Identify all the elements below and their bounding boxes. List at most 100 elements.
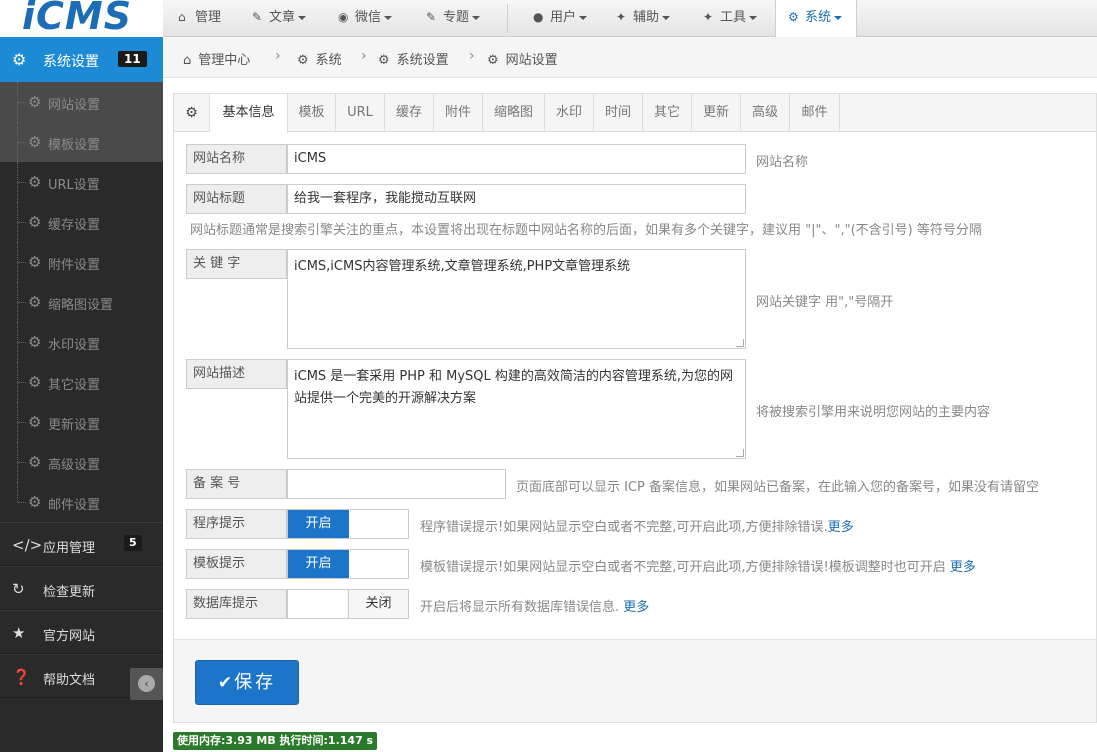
gear-icon: ⚙ xyxy=(487,53,499,68)
logo[interactable]: iCMS xyxy=(0,0,163,38)
sidebar-item-label: 检查更新 xyxy=(43,585,96,600)
caret-down-icon xyxy=(384,15,393,20)
sidebar-subitem-template-settings[interactable]: ⚙ 模板设置 xyxy=(0,122,163,162)
breadcrumb-home[interactable]: ⌂ 管理中心 xyxy=(183,49,250,68)
site-name-label: 网站名称 xyxy=(186,144,287,174)
description-help: 将被搜索引擎用来说明您网站的主要内容 xyxy=(756,405,991,420)
db-hint-help: 开启后将显示所有数据库错误信息. 更多 xyxy=(420,600,650,615)
sidebar-subitem-label: 其它设置 xyxy=(48,378,101,393)
wechat-icon: ◉ xyxy=(338,10,349,24)
keywords-help: 网站关键字 用","号隔开 xyxy=(756,295,894,310)
sidebar-item-check-update[interactable]: ↻ 检查更新 xyxy=(0,566,163,610)
description-value: iCMS 是一套采用 PHP 和 MySQL 构建的高效简洁的内容管理系统,为您… xyxy=(294,369,734,406)
program-hint-toggle[interactable]: 开启 xyxy=(287,509,409,539)
nav-tools[interactable]: ✦ 工具 xyxy=(703,0,758,37)
keywords-textarea[interactable]: iCMS,iCMS内容管理系统,文章管理系统,PHP文章管理系统 xyxy=(287,249,746,349)
toggle-off-label: 关闭 xyxy=(348,590,408,618)
description-label: 网站描述 xyxy=(186,359,287,389)
question-icon: ❓ xyxy=(12,668,31,686)
tab-attachment[interactable]: 附件 xyxy=(434,94,483,132)
check-icon: ✔ xyxy=(217,673,233,693)
sidebar-collapse-button[interactable]: ‹ xyxy=(130,668,163,700)
template-hint-label: 模板提示 xyxy=(186,549,287,579)
sidebar-subitem-watermark-settings[interactable]: ⚙ 水印设置 xyxy=(0,322,163,362)
nav-manage[interactable]: ⌂ 管理 xyxy=(178,0,221,37)
more-link[interactable]: 更多 xyxy=(623,600,649,615)
tab-mail[interactable]: 邮件 xyxy=(790,94,840,132)
program-hint-label: 程序提示 xyxy=(186,509,287,539)
tab-advanced[interactable]: 高级 xyxy=(741,94,790,132)
sidebar-subitem-advanced-settings[interactable]: ⚙ 高级设置 xyxy=(0,442,163,482)
tab-template[interactable]: 模板 xyxy=(288,94,336,132)
gear-icon: ⚙ xyxy=(28,493,42,511)
gear-icon: ⚙ xyxy=(28,253,42,271)
caret-down-icon xyxy=(662,15,671,20)
home-icon: ⌂ xyxy=(178,10,186,24)
tab-url[interactable]: URL xyxy=(336,94,385,132)
sidebar-subitem-label: 更新设置 xyxy=(48,418,101,433)
nav-topic[interactable]: ✎ 专题 xyxy=(426,0,481,37)
resize-grip-icon[interactable] xyxy=(736,339,744,347)
sidebar-subitem-thumbnail-settings[interactable]: ⚙ 缩略图设置 xyxy=(0,282,163,322)
sidebar-subitem-update-settings[interactable]: ⚙ 更新设置 xyxy=(0,402,163,442)
nav-system[interactable]: ⚙ 系统 xyxy=(775,0,857,37)
tab-watermark[interactable]: 水印 xyxy=(545,94,594,132)
sidebar-subitem-url-settings[interactable]: ⚙ URL设置 xyxy=(0,162,163,202)
sidebar-item-label: 官方网站 xyxy=(43,629,96,644)
site-title-help: 网站标题通常是搜索引擎关注的重点，本设置将出现在标题中网站名称的后面，如果有多个… xyxy=(190,223,982,238)
breadcrumb-system-settings[interactable]: ⚙ 系统设置 xyxy=(378,49,449,68)
tab-time[interactable]: 时间 xyxy=(594,94,643,132)
logo-text: iCMS xyxy=(22,0,133,38)
nav-assist[interactable]: ✦ 辅助 xyxy=(616,0,671,37)
caret-down-icon xyxy=(472,15,481,20)
tab-thumbnail[interactable]: 缩略图 xyxy=(483,94,545,132)
more-link[interactable]: 更多 xyxy=(828,520,854,535)
sidebar-item-official-site[interactable]: ★ 官方网站 xyxy=(0,610,163,654)
sidebar-subitem-cache-settings[interactable]: ⚙ 缓存设置 xyxy=(0,202,163,242)
tab-cache[interactable]: 缓存 xyxy=(385,94,434,132)
toggle-on-label: 开启 xyxy=(288,510,349,538)
sidebar-subitem-mail-settings[interactable]: ⚙ 邮件设置 xyxy=(0,482,163,522)
status-badge: 使用内存:3.93 MB 执行时间:1.147 s xyxy=(173,732,378,750)
more-link[interactable]: 更多 xyxy=(950,560,976,575)
breadcrumb-site-settings: ⚙ 网站设置 xyxy=(487,53,558,68)
tab-other[interactable]: 其它 xyxy=(643,94,692,132)
sidebar-item-system-settings[interactable]: ⚙ 系统设置 11 xyxy=(0,37,170,82)
save-button[interactable]: ✔ 保存 xyxy=(195,660,299,705)
tab-basic-info[interactable]: 基本信息 xyxy=(210,94,288,133)
sidebar-subitem-label: 邮件设置 xyxy=(48,498,101,513)
sidebar-subitem-label: 水印设置 xyxy=(48,338,101,353)
sidebar-subitem-other-settings[interactable]: ⚙ 其它设置 xyxy=(0,362,163,402)
gear-icon: ⚙ xyxy=(12,50,27,69)
sidebar-subitem-site-settings[interactable]: ⚙ 网站设置 xyxy=(0,82,163,122)
user-icon: ● xyxy=(533,10,544,24)
tab-gear-icon: ⚙ xyxy=(174,94,210,132)
sidebar-subitem-attachment-settings[interactable]: ⚙ 附件设置 xyxy=(0,242,163,282)
resize-grip-icon[interactable] xyxy=(736,449,744,457)
nav-article[interactable]: ✎ 文章 xyxy=(252,0,307,37)
breadcrumb-separator: › xyxy=(275,48,281,64)
edit-icon: ✎ xyxy=(252,10,263,24)
breadcrumb-system[interactable]: ⚙ 系统 xyxy=(297,49,342,68)
home-icon: ⌂ xyxy=(183,53,192,68)
nav-user[interactable]: ● 用户 xyxy=(533,0,588,37)
description-textarea[interactable]: iCMS 是一套采用 PHP 和 MySQL 构建的高效简洁的内容管理系统,为您… xyxy=(287,359,746,459)
sidebar-item-app-management[interactable]: </> 应用管理 5 xyxy=(0,522,163,566)
edit-icon: ✎ xyxy=(426,10,437,24)
sidebar-subitem-label: 附件设置 xyxy=(48,258,101,273)
db-hint-toggle[interactable]: 关闭 xyxy=(287,589,409,619)
icp-input[interactable] xyxy=(287,469,506,499)
tab-update[interactable]: 更新 xyxy=(692,94,741,132)
gear-icon: ⚙ xyxy=(297,53,309,68)
site-name-input[interactable]: iCMS xyxy=(287,144,746,174)
sidebar-subitem-label: 高级设置 xyxy=(48,458,101,473)
sidebar-subitem-label: 缩略图设置 xyxy=(48,298,114,313)
wrench-icon: ✦ xyxy=(616,10,627,24)
site-name-help: 网站名称 xyxy=(756,155,809,170)
nav-wechat[interactable]: ◉ 微信 xyxy=(338,0,393,37)
icp-help: 页面底部可以显示 ICP 备案信息，如果网站已备案，在此输入您的备案号，如果没有… xyxy=(516,480,1040,495)
arrow-left-icon: ‹ xyxy=(138,675,155,692)
template-hint-toggle[interactable]: 开启 xyxy=(287,549,409,579)
settings-panel: ⚙ 基本信息 模板 URL 缓存 附件 缩略图 水印 时间 其它 更新 高级 邮… xyxy=(173,93,1097,723)
site-title-input[interactable]: 给我一套程序，我能搅动互联网 xyxy=(287,184,746,214)
